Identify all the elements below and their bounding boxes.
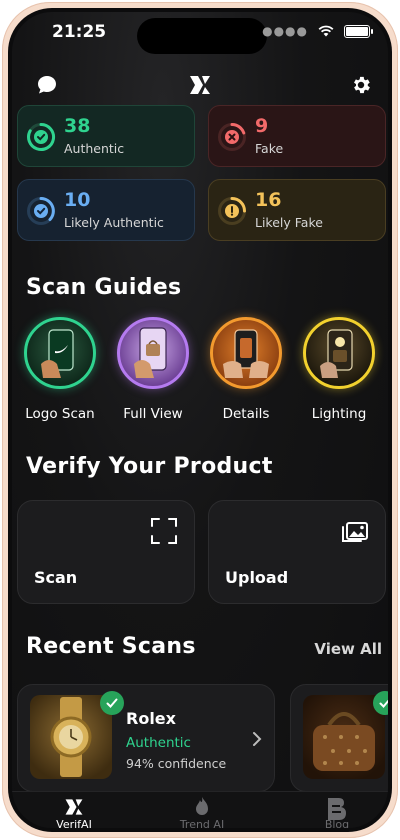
likely-authentic-count: 10 <box>64 189 91 211</box>
logo-icon <box>65 799 83 815</box>
verified-check-icon <box>100 691 124 715</box>
scan-card-button[interactable]: Scan <box>17 500 195 604</box>
guide-logo-scan-image <box>24 317 96 389</box>
settings-button[interactable] <box>346 70 376 100</box>
chat-button[interactable] <box>32 70 62 100</box>
dynamic-island <box>137 18 267 54</box>
guide-lighting[interactable]: Lighting <box>297 317 381 422</box>
app-logo <box>185 70 215 100</box>
fake-label: Fake <box>255 141 284 156</box>
stat-card-fake[interactable]: 9 Fake <box>208 105 386 167</box>
signal-icon: ●●●● <box>262 24 308 38</box>
guide-lighting-label: Lighting <box>311 406 367 422</box>
hand-phone-icon <box>134 327 167 378</box>
guide-full-view-label: Full View <box>123 406 183 422</box>
tab-trend-ai[interactable]: Trend AI <box>157 796 247 828</box>
likely-fake-count: 16 <box>255 189 282 211</box>
tab-bar: VerifAI Trend AI Blog <box>12 791 388 828</box>
authentic-label: Authentic <box>64 141 125 156</box>
app-screen: 21:25 ●●●● 38 Authentic 9 Fake 10 Likely… <box>12 12 388 828</box>
guide-full-view-image <box>117 317 189 389</box>
top-bar <box>12 70 388 102</box>
watch-icon <box>50 697 92 777</box>
recent-scan-card-partial[interactable] <box>290 684 388 792</box>
hand-phone-icon <box>223 329 269 378</box>
device-frame: 21:25 ●●●● 38 Authentic 9 Fake 10 Likely… <box>2 2 398 838</box>
device-bezel: 21:25 ●●●● 38 Authentic 9 Fake 10 Likely… <box>8 8 392 832</box>
likely-fake-ring-icon <box>218 197 246 225</box>
tab-trend-ai-label: Trend AI <box>179 818 225 828</box>
status-indicators: ●●●● <box>262 24 373 38</box>
tab-blog-label: Blog <box>324 818 350 828</box>
battery-icon <box>344 24 373 38</box>
upload-label: Upload <box>225 568 289 587</box>
likely-fake-label: Likely Fake <box>255 215 323 230</box>
view-all-link[interactable]: View All <box>314 640 382 658</box>
scan-guides-title: Scan Guides <box>26 275 182 300</box>
guide-details[interactable]: Details <box>204 317 288 422</box>
guide-full-view[interactable]: Full View <box>111 317 195 422</box>
guide-logo-scan[interactable]: Logo Scan <box>18 317 102 422</box>
gallery-icon <box>342 522 368 542</box>
likely-authentic-label: Likely Authentic <box>64 215 164 230</box>
watch-thumbnail <box>30 695 112 779</box>
guide-lighting-image <box>303 317 375 389</box>
tab-verifai[interactable]: VerifAI <box>29 796 119 828</box>
upload-card-button[interactable]: Upload <box>208 500 386 604</box>
recent-scans-title: Recent Scans <box>26 634 196 659</box>
scan-confidence: 94% confidence <box>126 756 227 771</box>
hand-phone-icon <box>41 329 74 378</box>
tab-blog[interactable]: Blog <box>292 796 382 828</box>
guide-details-image <box>210 317 282 389</box>
authentic-count: 38 <box>64 115 91 137</box>
fake-ring-icon <box>218 123 246 151</box>
guide-logo-scan-label: Logo Scan <box>25 406 95 422</box>
chevron-right-icon <box>253 732 262 746</box>
scan-frame-icon <box>151 518 177 544</box>
fake-count: 9 <box>255 115 269 137</box>
stat-card-likely-fake[interactable]: 16 Likely Fake <box>208 179 386 241</box>
chat-bubble-icon <box>38 76 56 94</box>
recent-scan-card[interactable]: Rolex Authentic 94% confidence <box>17 684 275 792</box>
logo-icon <box>190 76 210 94</box>
authentic-ring-icon <box>27 122 56 151</box>
stat-card-authentic[interactable]: 38 Authentic <box>17 105 195 167</box>
hand-phone-icon <box>320 329 353 378</box>
wifi-icon <box>318 25 334 37</box>
scan-status: Authentic <box>126 735 191 751</box>
tab-verifai-label: VerifAI <box>56 818 92 828</box>
likely-authentic-ring-icon <box>27 197 55 225</box>
guide-details-label: Details <box>222 406 270 422</box>
gear-icon <box>354 76 370 94</box>
scan-label: Scan <box>34 568 78 587</box>
verify-title: Verify Your Product <box>26 454 273 479</box>
scan-brand: Rolex <box>126 709 176 728</box>
status-time: 21:25 <box>52 22 107 42</box>
flame-icon <box>196 797 208 815</box>
handbag-icon <box>313 712 375 771</box>
stat-card-likely-authentic[interactable]: 10 Likely Authentic <box>17 179 195 241</box>
bag-thumbnail <box>303 695 385 779</box>
